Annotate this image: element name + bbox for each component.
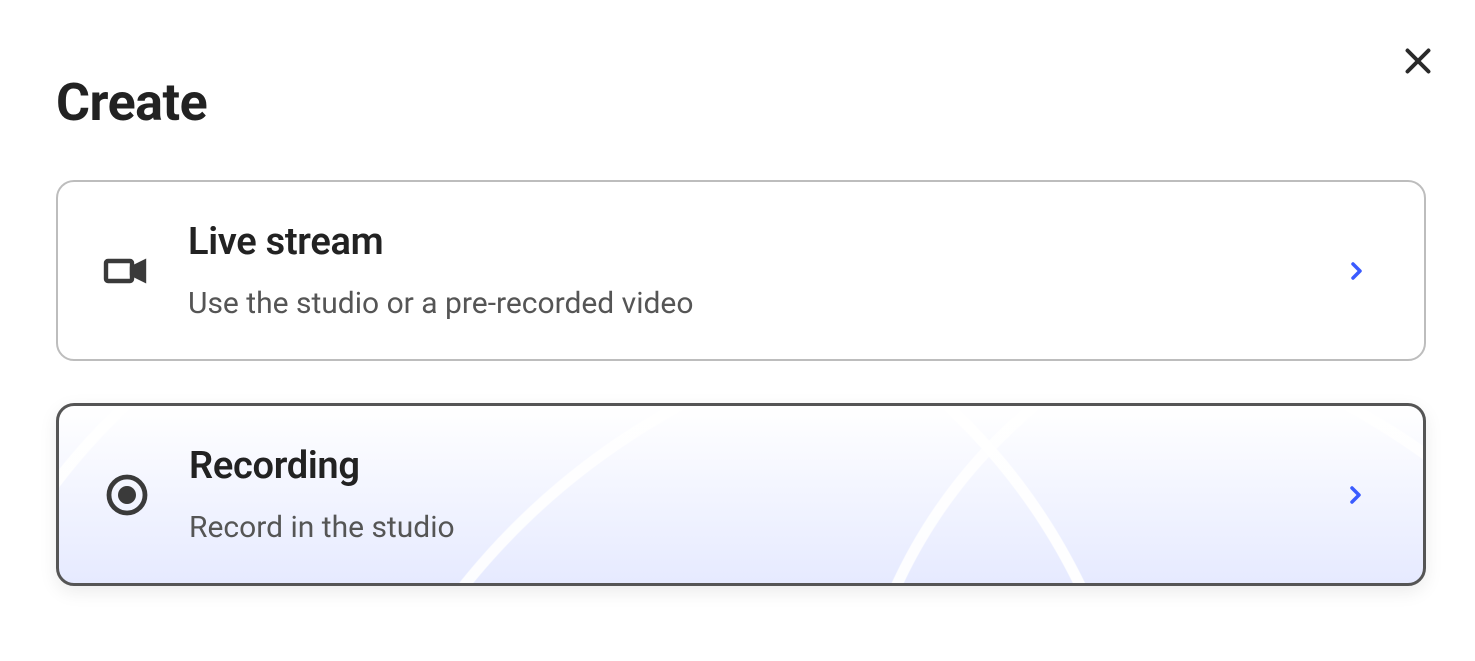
video-camera-icon [98, 243, 154, 299]
close-button[interactable] [1396, 40, 1440, 84]
option-text: Live stream Use the studio or a pre-reco… [188, 220, 1338, 321]
page-title: Create [56, 72, 207, 133]
option-description: Record in the studio [189, 510, 1337, 545]
option-description: Use the studio or a pre-recorded video [188, 286, 1338, 321]
option-title: Live stream [188, 220, 1338, 264]
chevron-right-icon [1337, 477, 1373, 513]
chevron-right-icon [1338, 253, 1374, 289]
option-recording[interactable]: Recording Record in the studio [56, 403, 1426, 586]
option-title: Recording [189, 444, 1337, 488]
create-options-list: Live stream Use the studio or a pre-reco… [56, 180, 1426, 628]
record-icon [99, 467, 155, 523]
close-icon [1400, 43, 1436, 82]
option-live-stream[interactable]: Live stream Use the studio or a pre-reco… [56, 180, 1426, 361]
option-text: Recording Record in the studio [189, 444, 1337, 545]
